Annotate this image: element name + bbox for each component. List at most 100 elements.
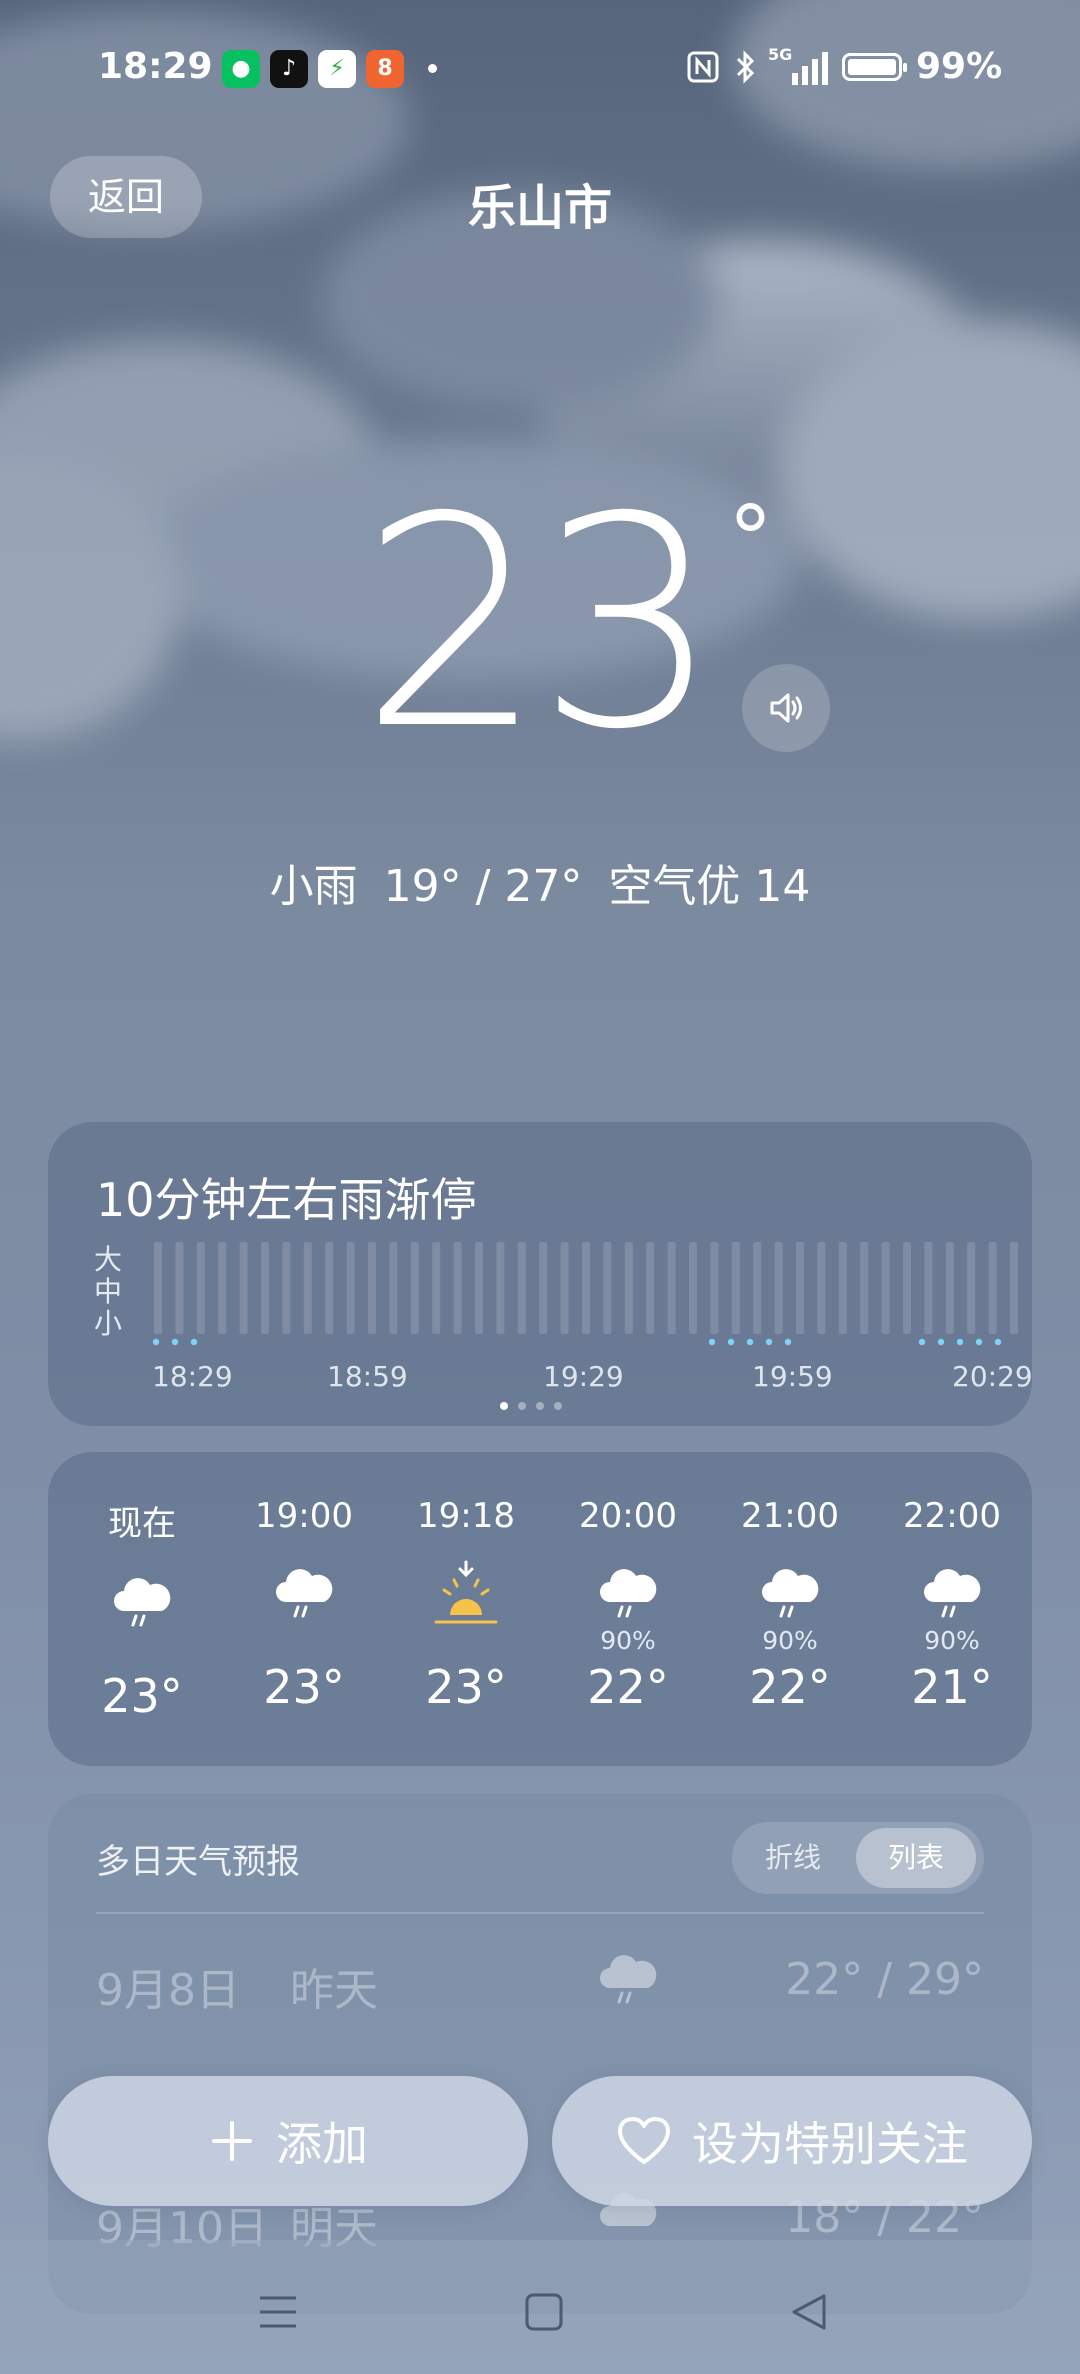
- precip-bar: [774, 1242, 783, 1334]
- day-name: 昨天: [290, 1965, 378, 2016]
- precip-bar: [689, 1242, 697, 1334]
- precip-bar: [817, 1242, 826, 1334]
- precip-bar: [196, 1242, 205, 1334]
- follow-button[interactable]: 设为特别关注: [552, 2076, 1032, 2206]
- daily-forecast-card[interactable]: 多日天气预报 折线 列表 9月8日 昨天 22° / 29° 9月10日 明天 …: [48, 1794, 1032, 2314]
- hour-time: 22:00: [903, 1496, 1001, 1536]
- precip-bar: [753, 1242, 762, 1334]
- page-indicator: [500, 1402, 562, 1410]
- precip-bar: [988, 1242, 997, 1334]
- hourly-item[interactable]: 21:00 90% 22°: [720, 1496, 860, 1714]
- precipitation-title: 10分钟左右雨渐停: [96, 1173, 477, 1227]
- page-dot: [518, 1402, 526, 1410]
- city-name: 乐山市: [467, 180, 612, 236]
- hourly-item[interactable]: 19:00 23°: [234, 1496, 374, 1714]
- notification-icons: ● ♪ ⚡ 8: [222, 50, 404, 88]
- rain-cloud-icon: [758, 1564, 822, 1626]
- precip-bar: [539, 1242, 548, 1334]
- rain-cloud-icon: [920, 1564, 984, 1626]
- precip-bar: [945, 1242, 954, 1334]
- precip-bar: [368, 1242, 376, 1334]
- page-dot: [554, 1402, 562, 1410]
- precip-bar: [710, 1242, 719, 1334]
- precip-bar: [582, 1242, 590, 1334]
- precip-bar: [881, 1242, 890, 1334]
- security-shield-icon: ⚡: [318, 50, 356, 88]
- intensity-label: 小: [94, 1307, 123, 1340]
- rain-cloud-icon: [272, 1564, 336, 1626]
- hour-time: 21:00: [741, 1496, 839, 1536]
- low-high-temp: 19° / 27°: [383, 861, 583, 912]
- precip-dot: [171, 1338, 179, 1346]
- tiktok-icon: ♪: [270, 50, 308, 88]
- hourly-item[interactable]: 20:00 90% 22°: [558, 1496, 698, 1714]
- precip-dot: [765, 1338, 773, 1346]
- air-quality[interactable]: 空气优 14: [608, 861, 810, 912]
- precip-bar: [432, 1242, 441, 1334]
- time-label: 18:29: [152, 1360, 233, 1393]
- rain-cloud-icon: [596, 1564, 660, 1626]
- precipitation-chart: [152, 1242, 1018, 1346]
- intensity-label: 大: [94, 1243, 123, 1276]
- precip-bar: [903, 1242, 911, 1334]
- precip-bar: [838, 1242, 847, 1334]
- precip-dot: [708, 1338, 716, 1346]
- back-nav-icon[interactable]: [790, 2292, 830, 2332]
- time-label: 20:29: [952, 1360, 1033, 1393]
- battery-percent: 99%: [916, 46, 1003, 87]
- precip-bar: [496, 1242, 505, 1334]
- precip-bar: [1010, 1242, 1018, 1334]
- precip-bar: [624, 1242, 633, 1334]
- intensity-axis: 大 中 小: [94, 1244, 128, 1340]
- precip-dot: [937, 1338, 945, 1346]
- precip-bar: [517, 1242, 526, 1334]
- degree-symbol: °: [728, 487, 773, 592]
- hourly-item[interactable]: 现在 23°: [72, 1496, 212, 1723]
- hourly-forecast-card[interactable]: 现在 23° 19:00 23° 19:18 23° 20:00 90% 22°…: [48, 1452, 1032, 1766]
- rain-cloud-icon: [110, 1573, 174, 1635]
- menu-icon[interactable]: [258, 2292, 298, 2332]
- speaker-button[interactable]: [742, 664, 830, 752]
- more-notifications-dot: [428, 64, 437, 73]
- hour-temp: 22°: [587, 1660, 669, 1714]
- hour-precip-prob: 90%: [600, 1626, 656, 1655]
- precip-bar: [175, 1242, 184, 1334]
- hour-time: 19:18: [417, 1496, 515, 1536]
- precip-bar: [282, 1242, 291, 1334]
- line-view-tab[interactable]: 折线: [732, 1822, 854, 1894]
- precip-bar: [325, 1242, 334, 1334]
- hour-precip-prob: 90%: [762, 1626, 818, 1655]
- hourly-item[interactable]: 22:00 90% 21°: [882, 1496, 1022, 1714]
- daily-row[interactable]: 9月8日 昨天 22° / 29°: [96, 1954, 984, 2024]
- condition-text: 小雨: [269, 861, 358, 912]
- precip-bar: [731, 1242, 740, 1334]
- weather-summary: 小雨 19° / 27° 空气优 14: [0, 850, 1080, 914]
- network-type: 5G: [768, 44, 793, 64]
- precip-dot: [784, 1338, 792, 1346]
- list-view-tab[interactable]: 列表: [856, 1828, 976, 1888]
- home-icon[interactable]: [524, 2292, 564, 2332]
- nfc-icon: [687, 51, 719, 82]
- follow-label: 设为特别关注: [692, 2117, 968, 2171]
- precipitation-card[interactable]: 10分钟左右雨渐停 大 中 小 18:29 18:59 19:29 19:59 …: [48, 1122, 1033, 1426]
- precip-bar: [860, 1242, 869, 1334]
- precip-dot: [152, 1338, 160, 1346]
- precip-dot: [918, 1338, 926, 1346]
- hourly-item[interactable]: 19:18 23°: [396, 1496, 536, 1714]
- back-button[interactable]: 返回: [50, 156, 202, 238]
- speaker-icon: [770, 693, 802, 723]
- hour-time: 20:00: [579, 1496, 677, 1536]
- divider: [96, 1912, 984, 1914]
- hour-time: 现在: [108, 1504, 176, 1544]
- precip-bar: [410, 1242, 419, 1334]
- video-app-icon: 8: [366, 50, 404, 88]
- intensity-label: 中: [94, 1275, 123, 1308]
- page-dot: [500, 1402, 508, 1410]
- precip-bar: [218, 1242, 227, 1334]
- precip-bar: [667, 1242, 676, 1334]
- time-axis: 18:29 18:59 19:29 19:59 20:29: [152, 1360, 1033, 1400]
- precip-dot: [994, 1338, 1002, 1346]
- precip-bar: [303, 1242, 312, 1334]
- add-city-button[interactable]: 添加: [48, 2076, 528, 2206]
- precip-bar: [967, 1242, 976, 1334]
